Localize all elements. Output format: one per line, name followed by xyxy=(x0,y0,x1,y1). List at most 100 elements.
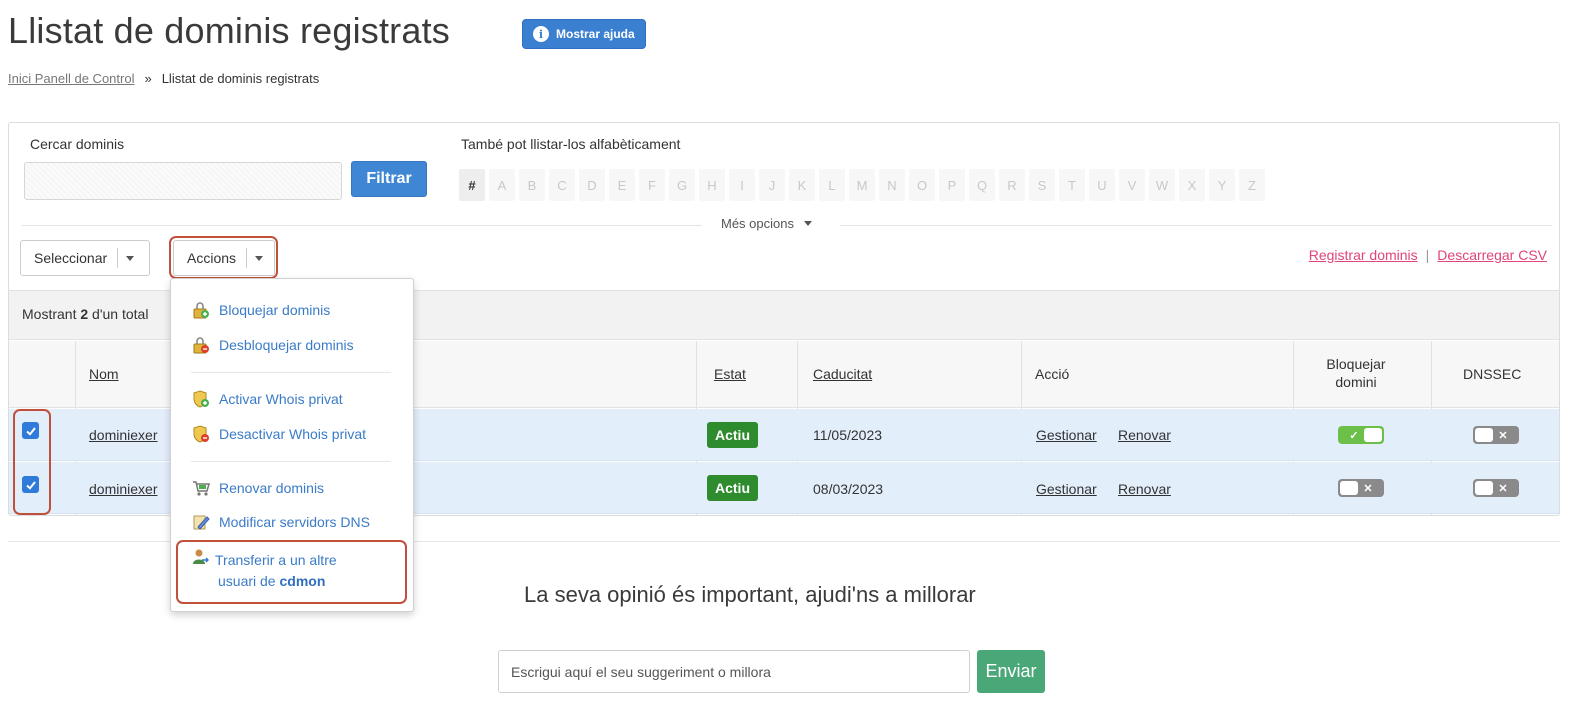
letter-h[interactable]: H xyxy=(699,169,725,201)
manage-link[interactable]: Gestionar xyxy=(1036,481,1097,497)
letter-w[interactable]: W xyxy=(1149,169,1175,201)
search-label: Cercar dominis xyxy=(30,136,125,152)
shield-add-icon xyxy=(191,389,211,409)
letter-g[interactable]: G xyxy=(669,169,695,201)
column-header-lock: Bloquejar domini xyxy=(1326,356,1386,390)
letter-x[interactable]: X xyxy=(1179,169,1205,201)
download-csv-link[interactable]: Descarregar CSV xyxy=(1437,247,1547,263)
divider xyxy=(22,225,702,226)
summary-count: 2 xyxy=(80,306,89,322)
menu-item-label: Modificar servidors DNS xyxy=(219,514,370,530)
highlight-frame xyxy=(169,236,278,279)
breadcrumb-home-link[interactable]: Inici Panell de Control xyxy=(8,71,134,86)
letter-m[interactable]: M xyxy=(849,169,875,201)
alphabet-label: També pot llistar-los alfabèticament xyxy=(461,136,681,152)
letter-y[interactable]: Y xyxy=(1209,169,1235,201)
select-dropdown-button[interactable]: Seleccionar xyxy=(20,240,150,276)
menu-item-renew-domains[interactable]: Renovar dominis xyxy=(191,478,324,498)
menu-item-label: Desbloquejar dominis xyxy=(219,337,354,353)
cart-icon xyxy=(191,478,211,498)
letter-l[interactable]: L xyxy=(819,169,845,201)
register-domains-link[interactable]: Registrar dominis xyxy=(1309,247,1418,263)
letter-a[interactable]: A xyxy=(489,169,515,201)
menu-divider xyxy=(191,461,391,462)
manage-link[interactable]: Gestionar xyxy=(1036,427,1097,443)
highlight-frame xyxy=(13,409,51,515)
menu-item-label: Activar Whois privat xyxy=(219,391,343,407)
chevron-down-icon xyxy=(803,221,812,226)
show-help-button[interactable]: i Mostrar ajuda xyxy=(522,19,646,49)
menu-item-label: Desactivar Whois privat xyxy=(219,426,367,442)
more-options-toggle[interactable]: Més opcions xyxy=(721,216,812,231)
domain-name-link[interactable]: dominiexer xyxy=(89,481,157,497)
letter-e[interactable]: E xyxy=(609,169,635,201)
letter-k[interactable]: K xyxy=(789,169,815,201)
menu-item-label: Bloquejar dominis xyxy=(219,302,331,318)
top-links: Registrar dominis | Descarregar CSV xyxy=(1309,247,1547,263)
results-summary: Mostrant 2 d'un total xyxy=(22,306,148,322)
letter-o[interactable]: O xyxy=(909,169,935,201)
page-title: Llistat de dominis registrats xyxy=(8,10,450,51)
menu-item-disable-whois-privacy[interactable]: Desactivar Whois privat xyxy=(191,424,366,444)
lock-remove-icon xyxy=(191,335,211,355)
letter-p[interactable]: P xyxy=(939,169,965,201)
info-icon: i xyxy=(533,26,549,42)
suggestion-input[interactable] xyxy=(498,650,970,693)
breadcrumb: Inici Panell de Control » Llistat de dom… xyxy=(8,71,319,86)
transfer-brand: cdmon xyxy=(279,573,326,589)
expiry-date: 08/03/2023 xyxy=(813,481,884,497)
letter-s[interactable]: S xyxy=(1029,169,1055,201)
lock-toggle[interactable]: ✓ xyxy=(1338,426,1384,444)
letter-u[interactable]: U xyxy=(1089,169,1115,201)
lock-add-icon xyxy=(191,300,211,320)
domain-name-link[interactable]: dominiexer xyxy=(89,427,157,443)
letter-c[interactable]: C xyxy=(549,169,575,201)
close-icon: ✕ xyxy=(1363,482,1373,495)
menu-item-enable-whois-privacy[interactable]: Activar Whois privat xyxy=(191,389,343,409)
summary-prefix: Mostrant xyxy=(22,306,77,322)
breadcrumb-separator: » xyxy=(144,71,152,86)
link-separator: | xyxy=(1425,247,1430,263)
filter-button[interactable]: Filtrar xyxy=(351,161,427,197)
transfer-line1: Transferir a un altre xyxy=(215,551,337,568)
letter-d[interactable]: D xyxy=(579,169,605,201)
column-header-name[interactable]: Nom xyxy=(89,366,119,382)
menu-item-transfer-user[interactable]: Transferir a un altre usuari de cdmon xyxy=(191,548,337,591)
letter-z[interactable]: Z xyxy=(1239,169,1265,201)
summary-suffix: d'un total xyxy=(92,306,149,322)
letter-v[interactable]: V xyxy=(1119,169,1145,201)
send-button[interactable]: Enviar xyxy=(977,650,1045,693)
letter-hash[interactable]: # xyxy=(459,169,485,201)
column-header-status[interactable]: Estat xyxy=(714,366,746,382)
letter-r[interactable]: R xyxy=(999,169,1025,201)
breadcrumb-current: Llistat de dominis registrats xyxy=(161,71,320,86)
dnssec-toggle[interactable]: ✕ xyxy=(1473,479,1519,497)
expiry-date: 11/05/2023 xyxy=(813,427,883,443)
column-header-expiry[interactable]: Caducitat xyxy=(813,366,872,382)
check-icon: ✓ xyxy=(1349,429,1359,442)
letter-t[interactable]: T xyxy=(1059,169,1085,201)
status-badge: Actiu xyxy=(707,475,758,501)
menu-item-lock-domains[interactable]: Bloquejar dominis xyxy=(191,300,330,320)
shield-remove-icon xyxy=(191,424,211,444)
menu-item-modify-dns[interactable]: Modificar servidors DNS xyxy=(191,512,370,532)
letter-b[interactable]: B xyxy=(519,169,545,201)
letter-j[interactable]: J xyxy=(759,169,785,201)
lock-toggle[interactable]: ✕ xyxy=(1338,479,1384,497)
transfer-line2-prefix: usuari de xyxy=(218,573,276,589)
letter-q[interactable]: Q xyxy=(969,169,995,201)
letter-f[interactable]: F xyxy=(639,169,665,201)
alphabet-filter: # A B C D E F G H I J K L M N O P Q R S … xyxy=(459,169,1265,201)
renew-link[interactable]: Renovar xyxy=(1118,481,1171,497)
letter-i[interactable]: I xyxy=(729,169,755,201)
renew-link[interactable]: Renovar xyxy=(1118,427,1171,443)
search-domains-input[interactable] xyxy=(24,162,342,200)
dnssec-toggle[interactable]: ✕ xyxy=(1473,426,1519,444)
menu-divider xyxy=(191,372,391,373)
more-options-label: Més opcions xyxy=(721,216,794,231)
menu-item-unlock-domains[interactable]: Desbloquejar dominis xyxy=(191,335,354,355)
letter-n[interactable]: N xyxy=(879,169,905,201)
column-header-action: Acció xyxy=(1035,366,1070,382)
divider xyxy=(840,225,1552,226)
menu-item-label: Renovar dominis xyxy=(219,480,325,496)
